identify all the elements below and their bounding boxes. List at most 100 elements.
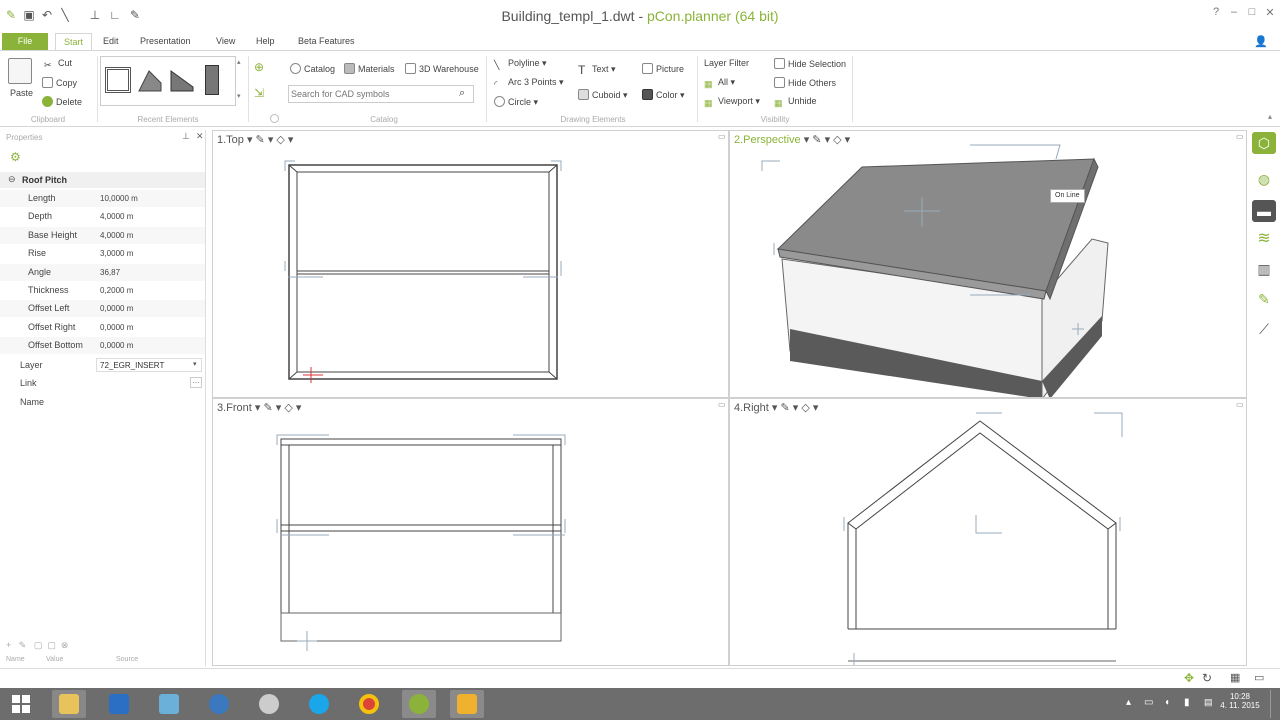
view-cube-icon[interactable]: ⬡ (1252, 132, 1276, 154)
save-icon[interactable]: ▣ (22, 8, 36, 22)
close-button[interactable]: ✕ (1262, 6, 1278, 19)
library-icon[interactable]: ▥ (1252, 258, 1276, 280)
color-button[interactable]: Color ▾ (642, 89, 685, 101)
property-row[interactable]: Length 10,0000 m (0, 190, 205, 207)
globe-search-icon[interactable]: ◍ (1252, 168, 1276, 190)
measure-tool-icon[interactable]: ⟋ (1252, 318, 1276, 340)
catalog-button[interactable]: Catalog (290, 63, 335, 74)
cuboid-button[interactable]: Cuboid ▾ (578, 89, 628, 101)
taskbar-pcon-planner[interactable] (402, 690, 436, 718)
tab-help[interactable]: Help (248, 33, 283, 50)
refresh-icon[interactable]: ↻ (1202, 671, 1212, 685)
wall-box-icon[interactable] (105, 67, 131, 93)
property-value[interactable]: 0,0000 m (100, 323, 133, 332)
show-desktop-button[interactable] (1270, 690, 1280, 718)
add-icon[interactable]: + (6, 640, 11, 650)
new-icon[interactable]: ▢ (34, 640, 43, 650)
hide-others-button[interactable]: Hide Others (774, 77, 836, 88)
property-value[interactable]: 36,87 (100, 268, 120, 277)
picture-button[interactable]: Picture (642, 63, 684, 74)
chevron-down-icon[interactable]: ▾ (193, 360, 197, 368)
property-row[interactable]: Offset Left 0,0000 m (0, 300, 205, 318)
taskbar-skype[interactable] (302, 690, 336, 718)
3d-warehouse-button[interactable]: 3D Warehouse (405, 63, 479, 74)
property-row[interactable]: Thickness 0,2000 m (0, 282, 205, 299)
delete-button[interactable]: Delete (42, 96, 82, 107)
help-button[interactable]: ? (1208, 6, 1224, 18)
collapse-ribbon-icon[interactable]: ▴ (1268, 112, 1272, 121)
recent-elements-gallery[interactable] (100, 56, 236, 106)
property-value[interactable]: 0,0000 m (100, 304, 133, 313)
property-row[interactable]: Offset Bottom 0,0000 m (0, 337, 205, 355)
tray-signal-icon[interactable]: ▮ (1184, 697, 1190, 708)
roof-pitch-icon[interactable] (169, 67, 195, 93)
taskbar-chrome[interactable] (352, 690, 386, 718)
remove-icon[interactable]: ⊗ (61, 640, 69, 650)
all-layers-button[interactable]: ▦ All ▾ (704, 77, 735, 90)
move-icon[interactable]: ✥ (1184, 671, 1194, 685)
hide-selection-button[interactable]: Hide Selection (774, 58, 846, 69)
door-icon[interactable] (205, 65, 219, 95)
search-icon[interactable]: ⌕ (459, 87, 465, 100)
property-row[interactable]: Offset Right 0,0000 m (0, 319, 205, 336)
fullscreen-icon[interactable]: ▭ (1254, 671, 1264, 684)
circle-button[interactable]: Circle ▾ (494, 96, 538, 108)
text-button[interactable]: T Text ▾ (578, 63, 616, 77)
property-row[interactable]: Angle 36,87 (0, 263, 205, 281)
roof-gable-icon[interactable] (137, 67, 163, 93)
pin-icon[interactable]: ⊥ (182, 131, 190, 142)
taskbar-app-blue[interactable] (102, 690, 136, 718)
maximize-button[interactable]: □ (1244, 6, 1260, 18)
copy-prop-icon[interactable]: ▢ (47, 640, 56, 650)
property-value[interactable]: 10,0000 m (100, 194, 138, 203)
line-tool-icon[interactable]: ╲ (58, 8, 72, 22)
taskbar-explorer[interactable] (52, 690, 86, 718)
property-value[interactable]: 4,0000 m (100, 212, 133, 221)
viewport-filter-button[interactable]: ▦ Viewport ▾ (704, 96, 760, 109)
zoom-icon[interactable]: ⊕ (254, 60, 264, 74)
angle-icon[interactable]: ∟ (108, 8, 122, 22)
polyline-button[interactable]: ╲ Polyline ▾ (494, 58, 547, 71)
taskbar-app-sphere[interactable] (252, 690, 286, 718)
cad-symbol-search[interactable]: ⌕ (288, 85, 474, 103)
toolbox-icon[interactable]: ▬ (1252, 200, 1276, 222)
edit-icon[interactable]: ✎ (19, 640, 27, 650)
viewport-front[interactable]: 3.Front ▾ ✎ ▾ ◇ ▾ ▭ (212, 398, 729, 666)
tray-arrow-icon[interactable]: ▴ (1126, 697, 1131, 708)
viewport-top[interactable]: 1.Top ▾ ✎ ▾ ◇ ▾ ▭ (212, 130, 729, 398)
taskbar-app-screen[interactable] (450, 690, 484, 718)
section-roof-pitch[interactable]: ⊖ Roof Pitch (0, 172, 205, 188)
minimize-button[interactable]: – (1226, 6, 1242, 18)
cut-button[interactable]: ✂ Cut (44, 58, 72, 71)
unhide-button[interactable]: ▦ Unhide (774, 96, 817, 109)
property-row[interactable]: Base Height 4,0000 m (0, 226, 205, 244)
property-value[interactable]: 0,2000 m (100, 286, 133, 295)
layout-icon[interactable]: ▦ (1230, 671, 1240, 684)
paste-button[interactable]: Paste (10, 88, 33, 98)
materials-button[interactable]: Materials (344, 63, 395, 74)
tab-file[interactable]: File (2, 33, 48, 50)
taskbar-app-cyan[interactable] (152, 690, 186, 718)
property-value[interactable]: 0,0000 m (100, 341, 133, 350)
ortho-icon[interactable]: ⊥ (88, 8, 102, 22)
property-row[interactable]: Rise 3,0000 m (0, 245, 205, 262)
copy-button[interactable]: Copy (42, 77, 77, 88)
gallery-scroll-down-icon[interactable]: ▾ (237, 92, 241, 100)
insert-icon[interactable]: ⇲ (254, 86, 264, 100)
layers-icon[interactable]: ≋ (1252, 228, 1276, 250)
panel-close-icon[interactable]: ✕ (196, 131, 204, 142)
paste-icon[interactable] (8, 58, 32, 84)
start-button[interactable] (4, 690, 38, 718)
tab-start[interactable]: Start (55, 33, 93, 50)
tab-edit[interactable]: Edit (95, 33, 127, 50)
dialog-launcher-icon[interactable] (270, 114, 279, 123)
property-value[interactable]: 3,0000 m (100, 249, 133, 258)
tab-presentation[interactable]: Presentation (132, 33, 199, 50)
undo-icon[interactable]: ↶ (40, 8, 54, 22)
taskbar-clock[interactable]: 10:28 4. 11. 2015 (1218, 692, 1262, 710)
edit-tool-icon[interactable]: ✎ (1252, 288, 1276, 310)
tray-volume-icon[interactable]: ◖ (1164, 697, 1170, 708)
user-icon[interactable]: 👤 (1254, 35, 1268, 48)
pen-icon[interactable]: ✎ (128, 8, 142, 22)
layer-select[interactable]: 72_EGR_INSERT ▾ (96, 358, 202, 372)
